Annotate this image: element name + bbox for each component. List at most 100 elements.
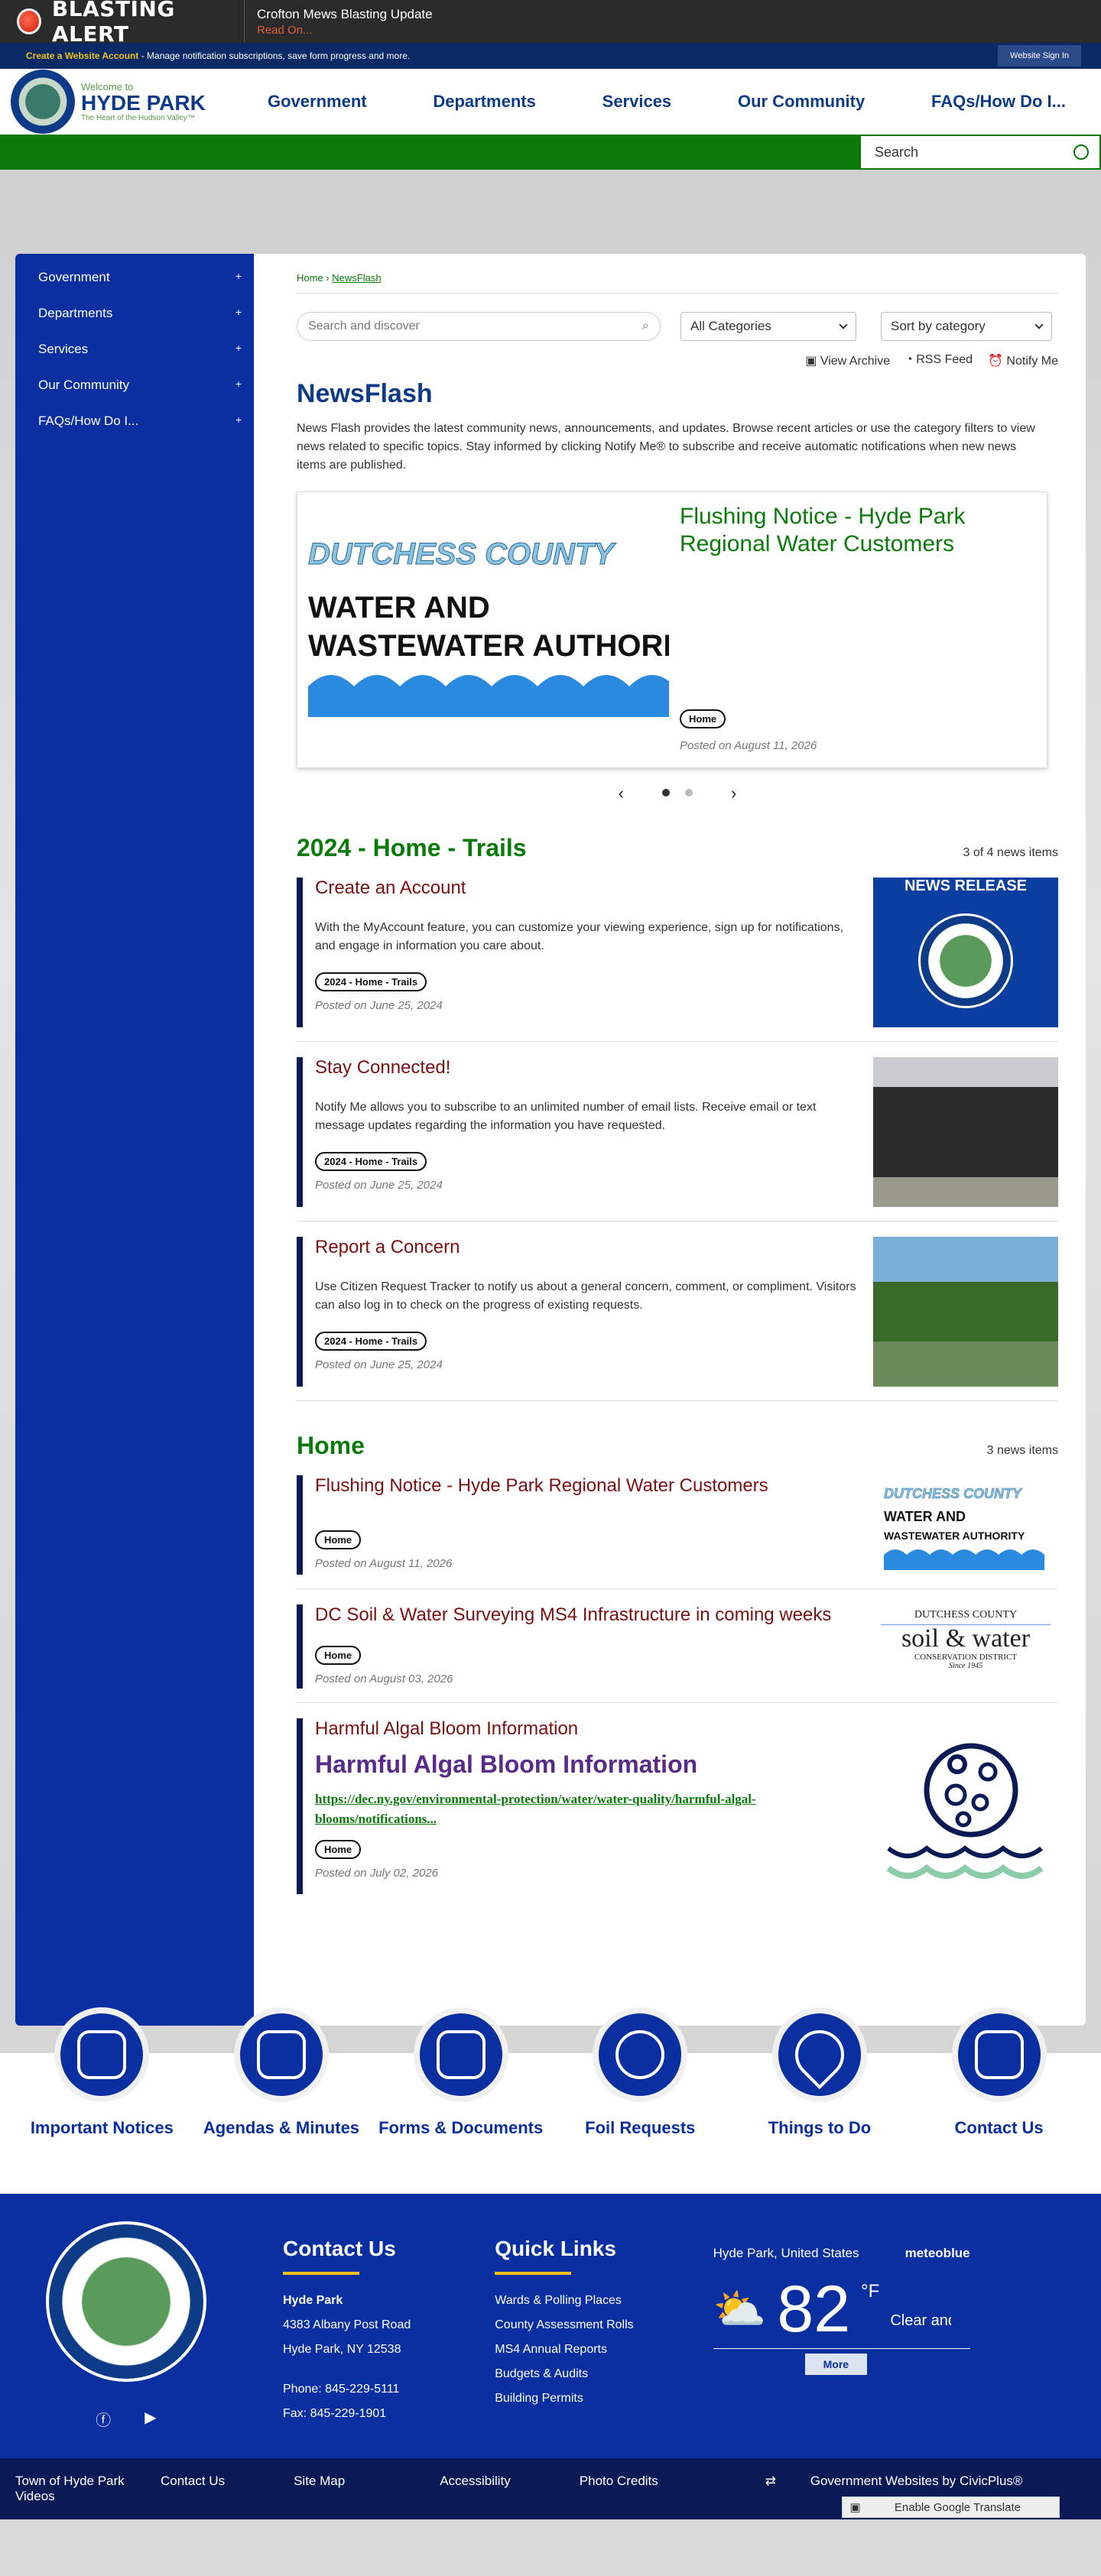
dec-notifications-link[interactable]: https://dec.ny.gov/environmental-protect… [315, 1789, 862, 1829]
alert-badge: BLASTING ALERT [0, 0, 245, 47]
news-item-subtitle: Harmful Algal Bloom Information [315, 1750, 698, 1778]
featured-news-card[interactable]: DUTCHESS COUNTY WATER AND WASTEWATER AUT… [297, 492, 1047, 768]
news-item-title[interactable]: Stay Connected! [315, 1057, 862, 1079]
nav-faqs[interactable]: FAQs/How Do I... [931, 92, 1066, 112]
news-search-input[interactable]: Search and discover ⌕ [297, 312, 661, 341]
quick-link-important-notices[interactable]: Important Notices [18, 2007, 186, 2194]
meteoblue-logo[interactable]: meteoblue [905, 2246, 970, 2261]
nav-services[interactable]: Services [602, 92, 672, 112]
sidebar-item-our-community[interactable]: Our Community + [15, 368, 254, 404]
posted-date: Posted on July 02, 2026 [315, 1867, 438, 1880]
view-archive-link[interactable]: ▣ View Archive [805, 353, 890, 368]
chevron-left-icon[interactable]: ‹ [619, 784, 624, 803]
sidebar-item-departments[interactable]: Departments + [15, 296, 254, 332]
breadcrumb-current[interactable]: NewsFlash [332, 272, 381, 284]
dec-notifications-link-text[interactable]: https://dec.ny.gov/environmental-protect… [315, 1792, 756, 1826]
site-logo[interactable]: Welcome to HYDE PARK The Heart of the Hu… [11, 70, 237, 134]
alert-message[interactable]: Crofton Mews Blasting Update Read On... [245, 7, 433, 37]
bottom-link-contact[interactable]: Contact Us [161, 2474, 225, 2489]
civicplus-link[interactable]: ⇄ Government Websites by CivicPlus® [765, 2474, 1054, 2489]
sidebar-item-label: Services [38, 342, 89, 356]
news-item-title[interactable]: Create an Account [315, 878, 862, 899]
nav-our-community[interactable]: Our Community [738, 92, 865, 112]
divider [495, 2272, 572, 2275]
quick-link-things-to-do[interactable]: Things to Do [736, 2007, 904, 2194]
site-search-input[interactable]: Search [859, 135, 1101, 170]
plus-icon[interactable]: + [235, 414, 242, 429]
search-icon[interactable] [1073, 144, 1089, 160]
plus-icon[interactable]: + [235, 378, 242, 393]
plus-icon[interactable]: + [235, 270, 242, 285]
google-translate-button[interactable]: ▣ Enable Google Translate [841, 2497, 1060, 2518]
nav-government[interactable]: Government [268, 92, 367, 112]
news-item-body: Create an Account With the MyAccount fea… [297, 878, 862, 1027]
alert-read-on-link[interactable]: Read On... [257, 24, 433, 37]
quick-link-foil[interactable]: Foil Requests [556, 2007, 724, 2194]
bottom-link-sitemap[interactable]: Site Map [294, 2474, 345, 2489]
footer-link-ms4[interactable]: MS4 Annual Reports [495, 2343, 607, 2356]
bottom-link-photo-credits[interactable]: Photo Credits [580, 2474, 658, 2489]
account-bar: Create a Website Account - Manage notifi… [0, 43, 1101, 69]
carousel-dot-2[interactable] [685, 789, 693, 796]
footer-link-budgets[interactable]: Budgets & Audits [495, 2367, 588, 2380]
featured-news-title[interactable]: Flushing Notice - Hyde Park Regional Wat… [680, 503, 1036, 558]
weather-location: Hyde Park, United States [713, 2246, 859, 2260]
sidebar-item-faqs[interactable]: FAQs/How Do I... + [15, 404, 254, 440]
footer-link-wards[interactable]: Wards & Polling Places [495, 2294, 622, 2307]
sidebar-item-services[interactable]: Services + [15, 332, 254, 368]
footer-link-permits[interactable]: Building Permits [495, 2392, 583, 2405]
category-tag[interactable]: Home [680, 709, 726, 728]
weather-widget: Hyde Park, United States meteoblue ⛅ 82 … [713, 2246, 970, 2458]
civicplus-icon: ⇄ [765, 2474, 780, 2488]
documents-icon [436, 2030, 486, 2079]
bottom-link-accessibility[interactable]: Accessibility [440, 2474, 511, 2489]
soil-water-since: Since 1945 [948, 1662, 983, 1670]
category-tag[interactable]: Home [315, 1530, 362, 1549]
carousel-dot-1[interactable] [662, 789, 670, 796]
news-item-title[interactable]: Harmful Algal Bloom Information [315, 1718, 862, 1740]
sort-select[interactable]: Sort by category [881, 312, 1052, 341]
bottom-link-videos[interactable]: Town of Hyde Park Videos [15, 2474, 130, 2504]
quick-link-forms[interactable]: Forms & Documents [377, 2007, 545, 2194]
category-tag[interactable]: 2024 - Home - Trails [315, 1152, 427, 1171]
rss-feed-link[interactable]: ◔ RSS Feed [905, 353, 973, 368]
quick-link-contact[interactable]: Contact Us [915, 2007, 1083, 2194]
posted-date: Posted on August 03, 2026 [315, 1672, 453, 1685]
news-item-title[interactable]: DC Soil & Water Surveying MS4 Infrastruc… [315, 1604, 862, 1626]
quick-link-agendas[interactable]: Agendas & Minutes [197, 2007, 365, 2194]
news-item-title[interactable]: Flushing Notice - Hyde Park Regional Wat… [315, 1475, 862, 1497]
alert-message-text[interactable]: Crofton Mews Blasting Update [257, 7, 433, 22]
category-tag[interactable]: 2024 - Home - Trails [315, 1332, 427, 1351]
chevron-right-icon[interactable]: › [731, 784, 736, 803]
footer-name: Hyde Park [283, 2294, 343, 2307]
plus-icon[interactable]: + [235, 306, 242, 321]
weather-more-button[interactable]: More [804, 2354, 868, 2375]
create-account-link[interactable]: Create a Website Account [26, 50, 138, 61]
search-icon[interactable]: ⌕ [642, 320, 649, 333]
category-tag[interactable]: 2024 - Home - Trails [315, 972, 427, 991]
category-tag[interactable]: Home [315, 1646, 362, 1665]
category-select[interactable]: All Categories [680, 312, 856, 341]
youtube-icon[interactable]: ▶ [145, 2408, 156, 2430]
town-seal-icon [46, 2221, 206, 2382]
notices-icon [77, 2030, 127, 2079]
breadcrumb-home[interactable]: Home [297, 272, 323, 284]
logo-line-3: WASTEWATER AUTHORITY [308, 629, 669, 663]
sidebar-item-government[interactable]: Government + [15, 260, 254, 296]
facebook-icon[interactable]: ⓕ [96, 2408, 111, 2430]
notify-me-link[interactable]: ⏰ Notify Me [988, 353, 1058, 368]
breadcrumb: Home › NewsFlash [297, 272, 1058, 294]
nav-departments[interactable]: Departments [433, 92, 535, 112]
section-title[interactable]: Home [297, 1432, 365, 1460]
section-title[interactable]: 2024 - Home - Trails [297, 834, 527, 862]
main-nav: Government Departments Services Our Comm… [237, 92, 1101, 112]
plus-icon[interactable]: + [235, 342, 242, 357]
footer-contact-title: Contact Us [283, 2237, 396, 2260]
sign-in-button[interactable]: Website Sign In [998, 45, 1081, 67]
account-promo: Create a Website Account - Manage notifi… [26, 50, 410, 61]
news-item-title[interactable]: Report a Concern [315, 1237, 862, 1258]
section-count: 3 news items [986, 1444, 1058, 1457]
footer-link-assessment[interactable]: County Assessment Rolls [495, 2318, 633, 2331]
category-tag[interactable]: Home [315, 1840, 362, 1859]
news-item: Report a Concern Use Citizen Request Tra… [297, 1221, 1058, 1401]
